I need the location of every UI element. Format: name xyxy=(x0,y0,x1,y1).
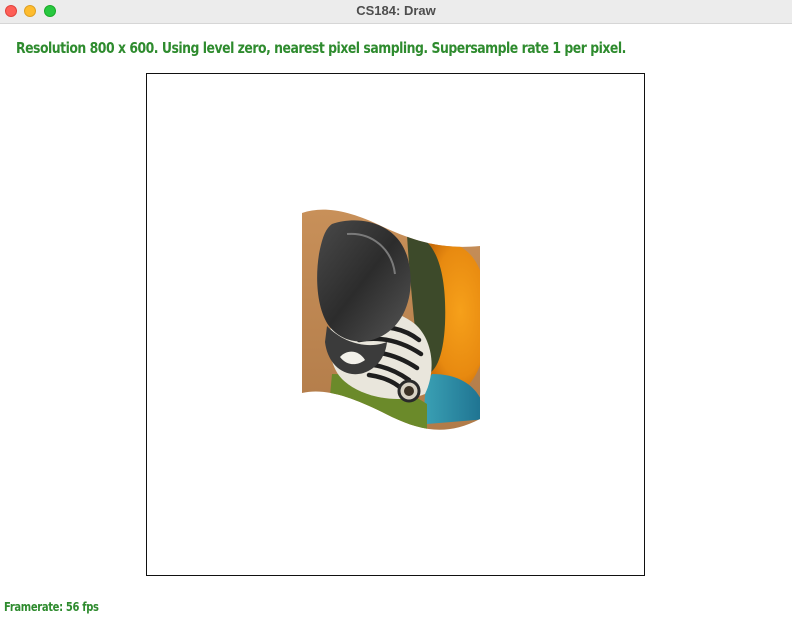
framerate-text: Framerate: 56 fps xyxy=(4,600,99,614)
title-bar: CS184: Draw xyxy=(0,0,792,24)
status-text: Resolution 800 x 600. Using level zero, … xyxy=(16,39,626,57)
draw-canvas[interactable] xyxy=(146,73,645,576)
window-title: CS184: Draw xyxy=(356,3,436,18)
warped-parrot-texture xyxy=(302,209,480,430)
